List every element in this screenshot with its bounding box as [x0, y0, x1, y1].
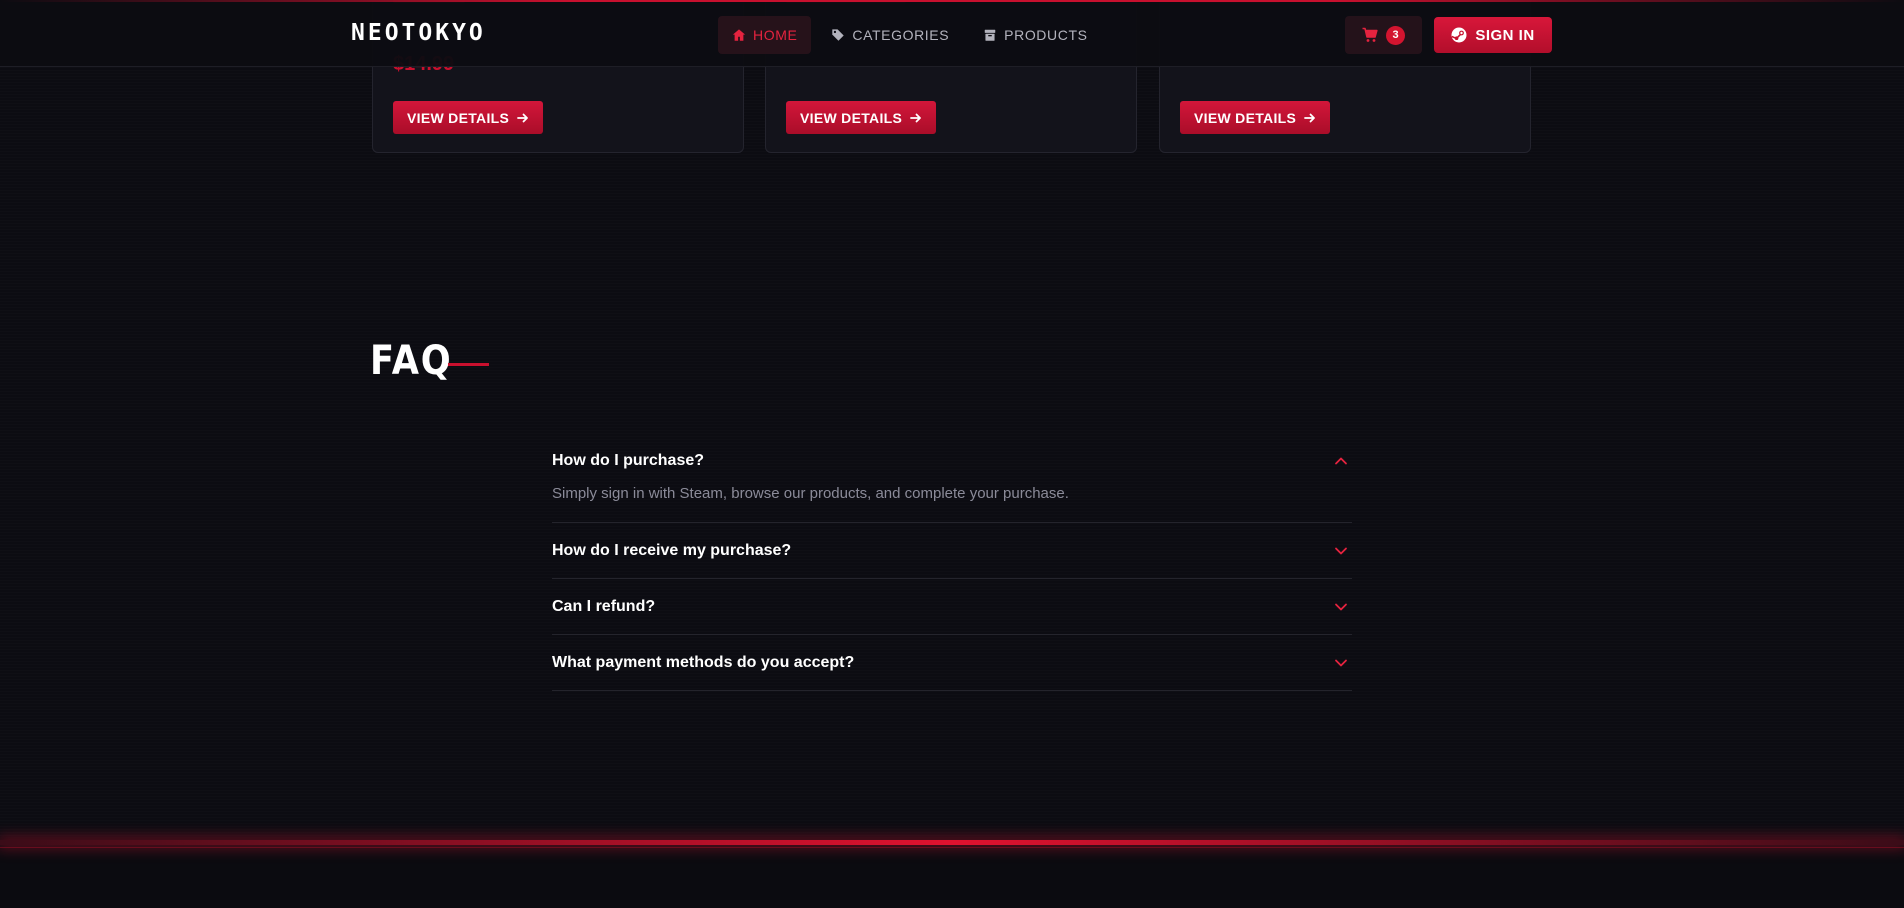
faq-question-toggle[interactable]: How do I purchase? [552, 440, 1352, 484]
faq-question: How do I receive my purchase? [552, 541, 792, 559]
cart-button[interactable]: 3 [1345, 16, 1422, 54]
faq-question: Can I refund? [552, 597, 656, 615]
view-details-button[interactable]: VIEW DETAILS [393, 101, 544, 134]
sign-in-label: SIGN IN [1475, 26, 1535, 44]
nav-products-label: PRODUCTS [1004, 27, 1088, 43]
faq-question-toggle[interactable]: What payment methods do you accept? [552, 635, 1352, 690]
faq-heading-accent [448, 363, 489, 366]
cart-icon [1362, 27, 1378, 42]
view-details-label: VIEW DETAILS [800, 109, 903, 126]
tag-icon [832, 29, 845, 41]
cart-count-badge: 3 [1386, 25, 1405, 45]
header-accent-line [0, 0, 1904, 2]
faq-item: How do I receive my purchase? [552, 523, 1352, 579]
view-details-label: VIEW DETAILS [407, 109, 510, 126]
footer-area [0, 838, 1904, 908]
faq-answer: Simply sign in with Steam, browse our pr… [552, 485, 1069, 502]
sign-in-button[interactable]: SIGN IN [1434, 17, 1552, 53]
faq-question: What payment methods do you accept? [552, 653, 855, 671]
faq-question: How do I purchase? [552, 452, 705, 469]
faq-question-toggle[interactable]: Can I refund? [552, 579, 1352, 634]
home-icon [732, 29, 746, 41]
view-details-button[interactable]: VIEW DETAILS [786, 101, 937, 134]
faq-question-toggle[interactable]: How do I receive my purchase? [552, 523, 1352, 578]
chevron-down-icon [1335, 603, 1347, 610]
faq-item: Can I refund? [552, 579, 1352, 635]
nav-categories[interactable]: CATEGORIES [817, 16, 963, 54]
footer-accent-line [0, 840, 1904, 845]
site-header: NEOTOKYO HOME CATEGORIES PRODUCTS 3 SIGN… [0, 0, 1904, 67]
faq-item: How do I purchase? Simply sign in with S… [552, 440, 1352, 523]
arrow-right-icon [910, 113, 922, 122]
site-logo[interactable]: NEOTOKYO [351, 20, 486, 46]
nav-products[interactable]: PRODUCTS [969, 16, 1101, 54]
arrow-right-icon [1304, 113, 1316, 122]
view-details-button[interactable]: VIEW DETAILS [1180, 101, 1331, 134]
faq-item: What payment methods do you accept? [552, 635, 1352, 691]
nav-home-label: HOME [753, 27, 798, 43]
chevron-down-icon [1335, 547, 1347, 554]
faq-list: How do I purchase? Simply sign in with S… [552, 440, 1352, 691]
main-nav: HOME CATEGORIES PRODUCTS [718, 16, 1102, 54]
nav-categories-label: CATEGORIES [852, 27, 950, 43]
chevron-down-icon [1335, 659, 1347, 666]
footer-accent-subline [0, 847, 1904, 848]
steam-icon [1451, 27, 1467, 43]
chevron-up-icon [1335, 457, 1347, 465]
arrow-right-icon [517, 113, 529, 122]
box-icon [984, 29, 996, 41]
faq-heading: FAQ [370, 338, 453, 384]
nav-home[interactable]: HOME [718, 16, 812, 54]
view-details-label: VIEW DETAILS [1194, 109, 1297, 126]
